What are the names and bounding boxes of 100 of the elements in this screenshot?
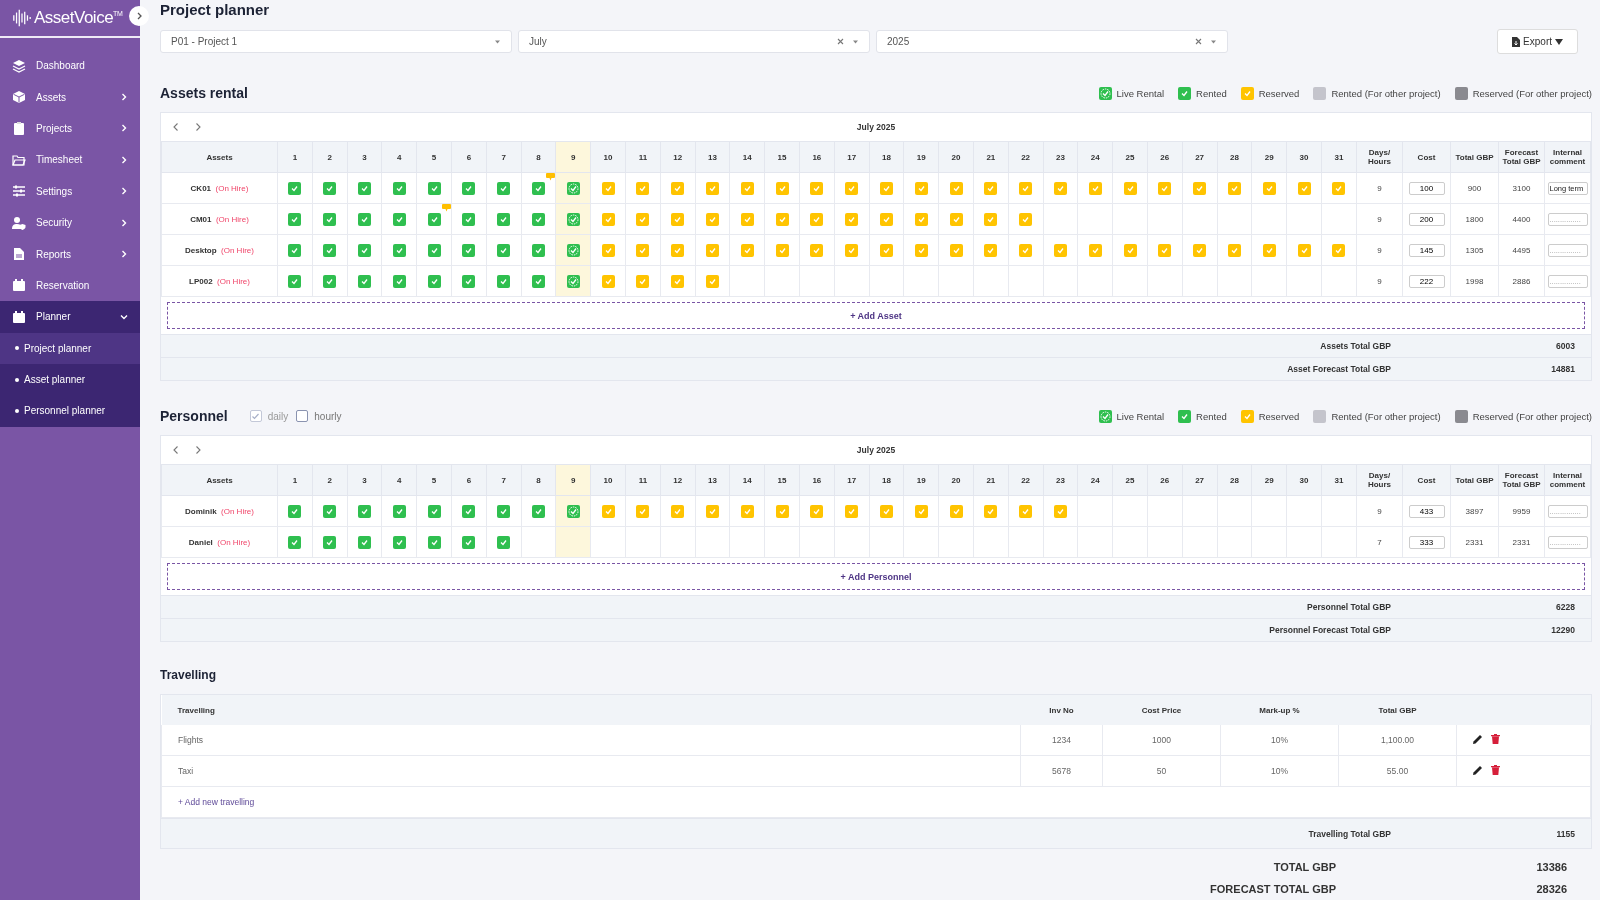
rented-mark[interactable] — [288, 535, 302, 549]
reserved-mark[interactable] — [845, 212, 859, 226]
rented-mark[interactable] — [392, 243, 406, 257]
rented-mark[interactable] — [358, 535, 371, 549]
previous-icon[interactable] — [171, 445, 181, 455]
reserved-mark[interactable] — [636, 212, 650, 226]
rented-mark[interactable] — [323, 181, 337, 195]
reserved-mark[interactable] — [1019, 504, 1033, 518]
live-rental-mark[interactable] — [566, 274, 580, 288]
rented-mark[interactable] — [462, 535, 476, 549]
rented-mark[interactable] — [531, 274, 545, 288]
reserved-mark[interactable] — [949, 504, 963, 518]
reserved-mark[interactable] — [1088, 181, 1102, 195]
cost-input[interactable]: 145 — [1408, 243, 1445, 257]
reserved-mark[interactable] — [1227, 181, 1241, 195]
reserved-mark[interactable] — [1123, 243, 1137, 257]
live-rental-mark[interactable] — [566, 181, 580, 195]
reserved-mark[interactable] — [740, 504, 754, 518]
cost-input[interactable]: 222 — [1408, 274, 1445, 288]
rented-mark[interactable] — [462, 181, 476, 195]
rented-mark[interactable] — [323, 274, 337, 288]
reserved-mark[interactable] — [636, 243, 650, 257]
reserved-mark[interactable] — [705, 504, 719, 518]
reserved-mark[interactable] — [879, 181, 893, 195]
next-icon[interactable] — [193, 122, 203, 132]
reserved-mark[interactable] — [775, 504, 789, 518]
reserved-mark[interactable] — [775, 243, 789, 257]
rented-mark[interactable] — [392, 212, 406, 226]
rented-mark[interactable] — [497, 535, 511, 549]
next-icon[interactable] — [193, 445, 203, 455]
sidebar-subitem[interactable]: Asset planner — [0, 363, 140, 396]
reserved-mark[interactable] — [1262, 181, 1276, 195]
edit-icon[interactable] — [1473, 734, 1483, 744]
reserved-mark[interactable] — [1158, 181, 1172, 195]
select-field[interactable]: P01 - Project 1 — [160, 30, 512, 53]
sidebar-item[interactable]: Reports — [0, 238, 140, 270]
reserved-mark[interactable] — [705, 243, 719, 257]
sidebar-item[interactable]: Dashboard — [0, 50, 140, 82]
reserved-mark[interactable] — [1332, 181, 1346, 195]
rented-mark[interactable] — [462, 274, 476, 288]
reserved-mark[interactable] — [879, 212, 893, 226]
rented-mark[interactable] — [531, 212, 545, 226]
reserved-mark[interactable] — [1332, 243, 1346, 257]
reserved-mark[interactable] — [810, 504, 824, 518]
cost-input[interactable]: 200 — [1408, 212, 1445, 226]
delete-icon[interactable] — [1491, 765, 1500, 775]
reserved-mark[interactable] — [1019, 212, 1033, 226]
reserved-mark[interactable] — [1019, 243, 1033, 257]
rented-mark[interactable] — [358, 243, 371, 257]
live-rental-mark[interactable] — [566, 504, 580, 518]
rented-mark[interactable] — [288, 504, 302, 518]
reserved-mark[interactable] — [740, 212, 754, 226]
reserved-mark[interactable] — [879, 504, 893, 518]
rented-mark[interactable] — [497, 181, 511, 195]
rented-mark[interactable] — [288, 181, 302, 195]
export-button[interactable]: Export — [1497, 29, 1578, 54]
reserved-mark[interactable] — [601, 274, 615, 288]
reserved-mark[interactable] — [1123, 181, 1137, 195]
reserved-mark[interactable] — [1053, 181, 1067, 195]
cost-input[interactable]: 100 — [1408, 181, 1445, 195]
reserved-mark[interactable] — [984, 504, 998, 518]
reserved-mark[interactable] — [914, 243, 928, 257]
rented-mark[interactable] — [462, 243, 476, 257]
reserved-mark[interactable] — [914, 504, 928, 518]
reserved-mark[interactable] — [705, 212, 719, 226]
reserved-mark[interactable] — [810, 212, 824, 226]
rented-mark[interactable] — [288, 274, 302, 288]
cost-input[interactable]: 333 — [1408, 535, 1445, 549]
rented-mark[interactable] — [358, 504, 371, 518]
reserved-mark[interactable] — [1193, 243, 1207, 257]
delete-icon[interactable] — [1491, 734, 1500, 744]
sidebar-item[interactable]: Settings — [0, 175, 140, 207]
reserved-mark[interactable] — [845, 181, 859, 195]
reserved-mark[interactable] — [601, 504, 615, 518]
rented-mark[interactable] — [497, 504, 511, 518]
rented-mark[interactable] — [531, 504, 545, 518]
rented-mark[interactable] — [427, 274, 441, 288]
reserved-mark[interactable] — [810, 181, 824, 195]
rented-mark[interactable] — [427, 181, 441, 195]
reserved-mark[interactable] — [1088, 243, 1102, 257]
live-rental-mark[interactable] — [566, 243, 580, 257]
rented-mark[interactable] — [462, 504, 476, 518]
sidebar-subitem[interactable]: Project planner — [0, 332, 140, 364]
rented-mark[interactable] — [462, 212, 476, 226]
sidebar-subitem[interactable]: Personnel planner — [0, 395, 140, 427]
rented-mark[interactable] — [323, 212, 337, 226]
reserved-mark[interactable] — [914, 212, 928, 226]
rented-mark[interactable] — [531, 243, 545, 257]
reserved-mark[interactable] — [775, 181, 789, 195]
reserved-mark[interactable] — [984, 212, 998, 226]
previous-icon[interactable] — [171, 122, 181, 132]
reserved-mark[interactable] — [705, 274, 719, 288]
reserved-mark[interactable] — [636, 504, 650, 518]
reserved-mark[interactable] — [1053, 504, 1067, 518]
cost-input[interactable]: 433 — [1408, 504, 1445, 518]
reserved-mark[interactable] — [845, 243, 859, 257]
reserved-mark[interactable] — [1262, 243, 1276, 257]
edit-icon[interactable] — [1473, 765, 1483, 775]
rented-mark[interactable] — [531, 181, 545, 195]
rented-mark[interactable] — [392, 504, 406, 518]
